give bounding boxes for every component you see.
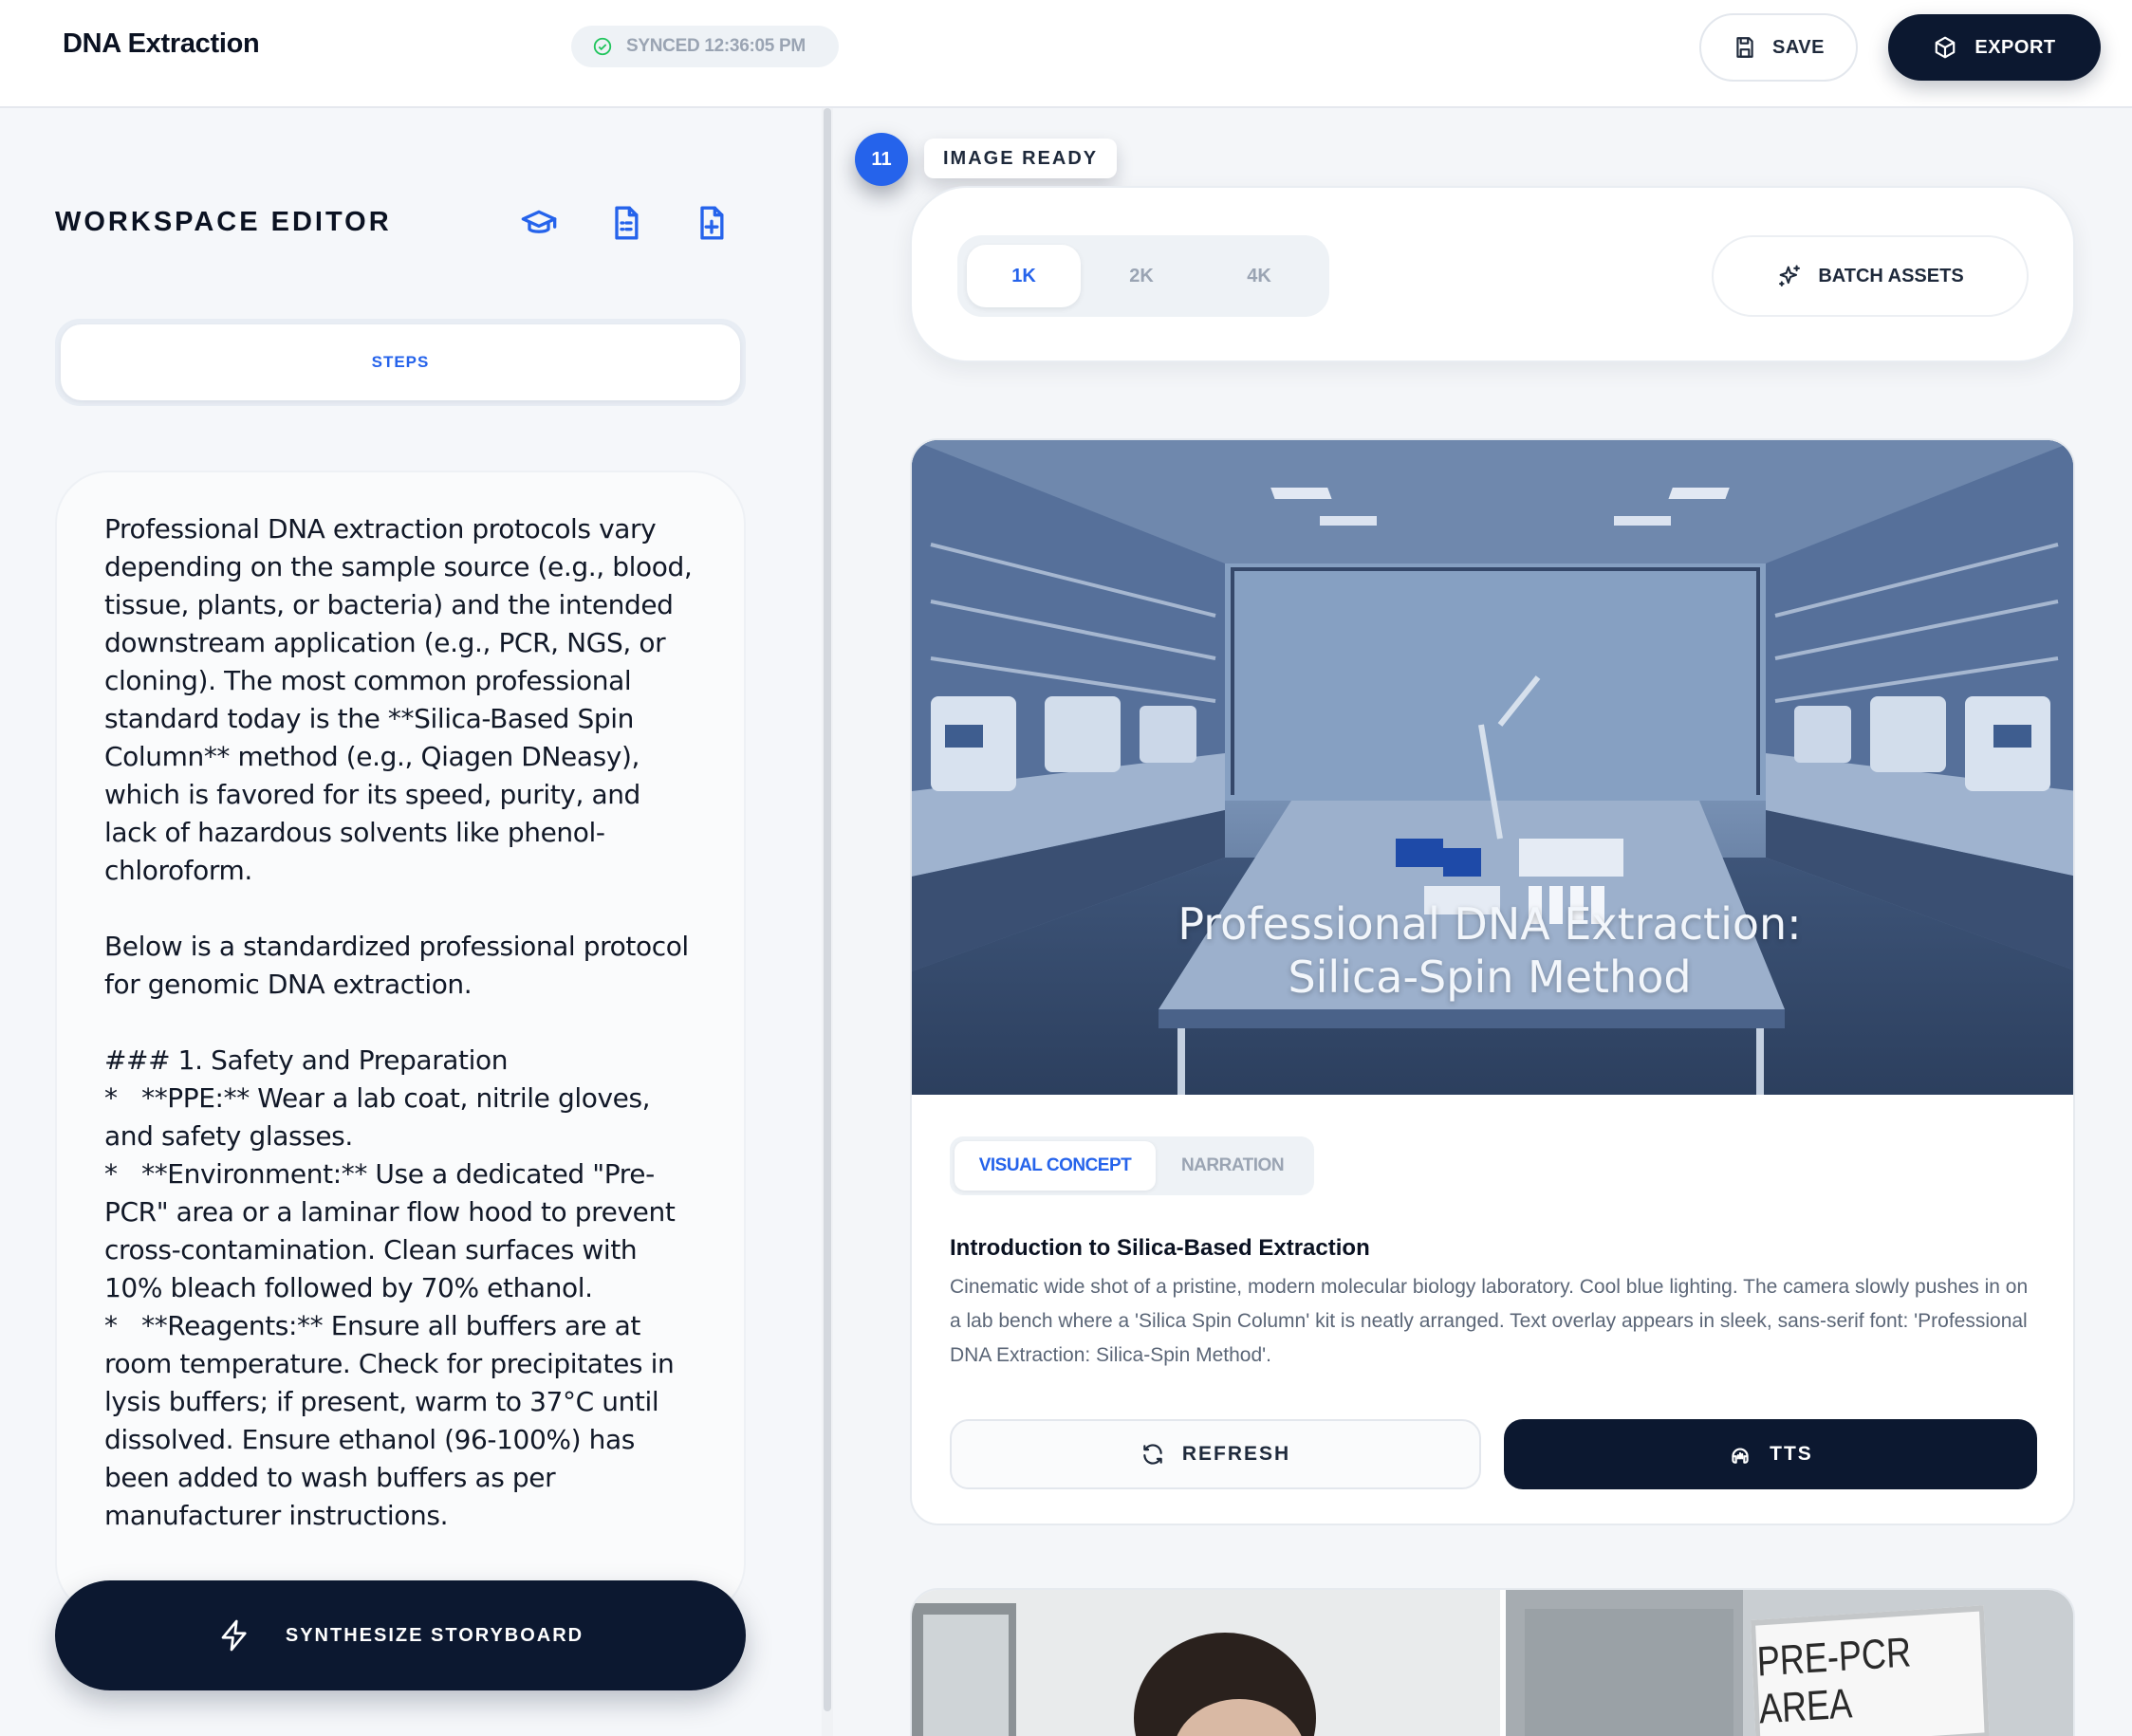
overlay-line-1: Professional DNA Extraction: <box>1177 898 1802 950</box>
editor-card[interactable]: Professional DNA extraction protocols va… <box>55 471 746 1616</box>
image-status-chip: IMAGE READY <box>924 139 1118 178</box>
refresh-label: REFRESH <box>1181 1443 1291 1465</box>
file-plus-icon[interactable] <box>688 199 735 247</box>
synthesize-label: SYNTHESIZE STORYBOARD <box>285 1624 584 1646</box>
lightning-icon <box>221 1619 247 1652</box>
app-title: DNA Extraction <box>63 28 260 59</box>
pre-pcr-sign: PRE-PCR AREA <box>1751 1605 1990 1736</box>
batch-assets-button[interactable]: BATCH ASSETS <box>1712 235 2029 317</box>
file-list-icon[interactable] <box>603 199 650 247</box>
save-label: SAVE <box>1772 36 1825 58</box>
tab-narration[interactable]: NARRATION <box>1156 1141 1309 1191</box>
top-header: DNA Extraction SYNCED 12:36:05 PM SAVE E… <box>0 0 2132 108</box>
panel-scrollbar[interactable] <box>824 108 831 1711</box>
refresh-icon <box>1143 1444 1162 1465</box>
scientist-illustration <box>912 1590 1500 1736</box>
scene-description: Cinematic wide shot of a pristine, moder… <box>950 1276 2029 1366</box>
steps-tab-container: STEPS <box>55 319 746 406</box>
check-circle-icon <box>593 37 612 56</box>
step-number-badge: 11 <box>855 133 908 186</box>
editor-textarea[interactable]: Professional DNA extraction protocols va… <box>104 510 696 1535</box>
export-label: EXPORT <box>1974 36 2056 58</box>
tab-steps[interactable]: STEPS <box>61 324 740 400</box>
refresh-button[interactable]: REFRESH <box>950 1419 1481 1489</box>
resolution-option-2k[interactable]: 2K <box>1085 245 1198 307</box>
scene-image: Professional DNA Extraction: Silica-Spin… <box>912 440 2073 1095</box>
panel-divider[interactable] <box>822 108 833 1736</box>
next-scene-card: PRE-PCR AREA <box>910 1588 2075 1736</box>
scene-heading: Introduction to Silica-Based Extraction <box>950 1235 1370 1261</box>
workspace-editor-panel: WORKSPACE EDITOR STEPS Professional DNA … <box>0 108 822 1736</box>
export-button[interactable]: EXPORT <box>1888 14 2101 81</box>
resolution-option-1k[interactable]: 1K <box>967 245 1081 307</box>
overlay-line-2: Silica-Spin Method <box>1288 951 1692 1003</box>
resolution-toolbar: 1K 2K 4K BATCH ASSETS <box>910 186 2075 362</box>
batch-assets-label: BATCH ASSETS <box>1818 265 1964 286</box>
resolution-option-4k[interactable]: 4K <box>1202 245 1316 307</box>
save-icon <box>1736 37 1753 58</box>
cube-icon <box>1936 36 1956 59</box>
tts-label: TTS <box>1770 1443 1813 1465</box>
sync-status-badge: SYNCED 12:36:05 PM <box>571 26 839 67</box>
graduation-cap-icon[interactable] <box>515 199 563 247</box>
resolution-selector: 1K 2K 4K <box>957 235 1329 317</box>
image-text-overlay: Professional DNA Extraction: Silica-Spin… <box>912 440 2073 1095</box>
audio-lines-icon <box>1732 1448 1749 1464</box>
sparkles-icon <box>1779 265 1801 286</box>
next-scene-image-left <box>912 1590 1500 1736</box>
scene-card: Professional DNA Extraction: Silica-Spin… <box>910 438 2075 1525</box>
sync-status-text: SYNCED 12:36:05 PM <box>626 36 806 56</box>
save-button[interactable]: SAVE <box>1699 13 1858 82</box>
tab-visual-concept[interactable]: VISUAL CONCEPT <box>955 1141 1156 1191</box>
next-scene-image-right: PRE-PCR AREA <box>1506 1590 2073 1736</box>
synthesize-storyboard-button[interactable]: SYNTHESIZE STORYBOARD <box>55 1580 746 1690</box>
tts-button[interactable]: TTS <box>1504 1419 2037 1489</box>
storyboard-panel: 11 IMAGE READY 1K 2K 4K BATCH ASSETS Pro… <box>833 108 2132 1736</box>
workspace-editor-title: WORKSPACE EDITOR <box>55 207 392 237</box>
scene-tabs: VISUAL CONCEPT NARRATION <box>950 1136 1314 1195</box>
